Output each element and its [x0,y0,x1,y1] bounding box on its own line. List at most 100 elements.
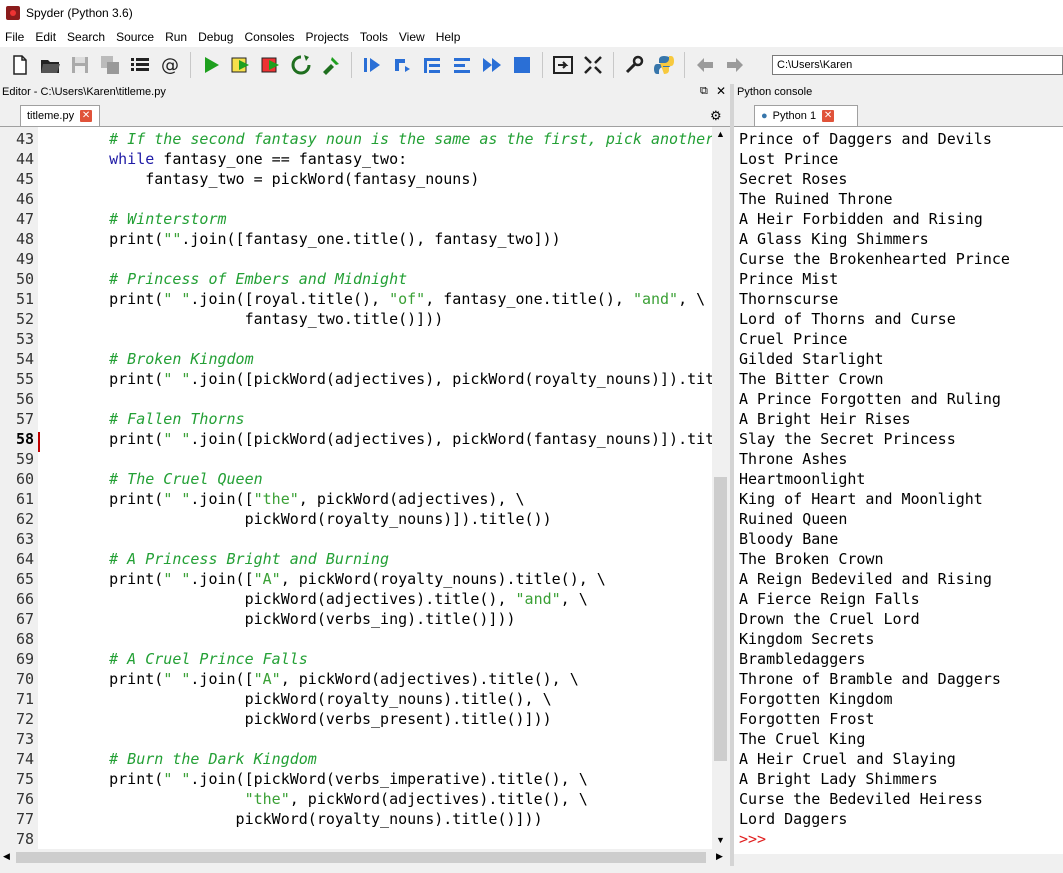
code-line[interactable]: 64 # A Princess Bright and Burning [0,549,712,569]
scroll-up-icon[interactable]: ▲ [716,129,725,139]
console-output-line: Prince Mist [739,270,839,288]
code-line[interactable]: 52 fantasy_two.title()])) [0,309,712,329]
code-line[interactable]: 48 print("".join([fantasy_one.title(), f… [0,229,712,249]
code-line[interactable]: 59 [0,449,712,469]
menu-tools[interactable]: Tools [355,30,394,44]
code-line[interactable]: 78 [0,829,712,849]
maximize-pane-icon[interactable] [551,53,575,77]
editor-horizontal-scrollbar[interactable]: ◀ ▶ [0,849,730,866]
menu-projects[interactable]: Projects [301,30,355,44]
code-line[interactable]: 67 pickWord(verbs_ing).title()])) [0,609,712,629]
python-console[interactable]: Prince of Daggers and Devils Lost Prince S… [734,127,1063,854]
rerun-icon[interactable] [289,53,313,77]
at-symbol-icon[interactable]: @ [158,53,182,77]
code-token: .join([pickWord(verbs_imperative).title(… [190,770,588,788]
code-line[interactable]: 45 fantasy_two = pickWord(fantasy_nouns) [0,169,712,189]
code-line[interactable]: 73 [0,729,712,749]
working-directory-input[interactable]: C:\Users\Karen [772,55,1063,75]
code-line[interactable]: 56 [0,389,712,409]
code-line[interactable]: 72 pickWord(verbs_present).title()])) [0,709,712,729]
menu-debug[interactable]: Debug [193,30,239,44]
code-line[interactable]: 55 print(" ".join([pickWord(adjectives),… [0,369,712,389]
code-line[interactable]: 44 while fantasy_one == fantasy_two: [0,149,712,169]
code-line[interactable]: 61 print(" ".join(["the", pickWord(adjec… [0,489,712,509]
python-path-icon[interactable] [652,53,676,77]
step-icon[interactable] [390,53,414,77]
code-line[interactable]: 76 "the", pickWord(adjectives).title(), … [0,789,712,809]
scroll-down-icon[interactable]: ▼ [716,835,725,845]
code-line[interactable]: 47 # Winterstorm [0,209,712,229]
code-token: pickWord(verbs_ing).title()])) [73,610,516,628]
stop-icon[interactable] [510,53,534,77]
close-tab-icon[interactable]: ✕ [80,110,93,122]
menu-run[interactable]: Run [160,30,193,44]
fullscreen-icon[interactable] [581,53,605,77]
code-line[interactable]: 77 pickWord(royalty_nouns).title()])) [0,809,712,829]
editor-vertical-scrollbar[interactable]: ▲ ▼ [712,127,730,849]
menu-consoles[interactable]: Consoles [239,30,300,44]
code-line[interactable]: 43 # If the second fantasy noun is the s… [0,129,712,149]
code-line[interactable]: 63 [0,529,712,549]
code-line[interactable]: 66 pickWord(adjectives).title(), "and", … [0,589,712,609]
code-line[interactable]: 65 print(" ".join(["A", pickWord(royalty… [0,569,712,589]
code-line[interactable]: 58 print(" ".join([pickWord(adjectives),… [0,429,712,449]
gear-icon[interactable]: ⚙ [710,108,722,124]
code-editor[interactable]: 43 # If the second fantasy noun is the s… [0,127,712,849]
close-tab-icon[interactable]: ✕ [822,110,835,122]
code-line[interactable]: 54 # Broken Kingdom [0,349,712,369]
scrollbar-thumb[interactable] [16,852,706,863]
code-line[interactable]: 51 print(" ".join([royal.title(), "of", … [0,289,712,309]
menu-file[interactable]: File [0,30,30,44]
continue-icon[interactable] [480,53,504,77]
code-line[interactable]: 74 # Burn the Dark Kingdom [0,749,712,769]
open-folder-icon[interactable] [38,53,62,77]
run-icon[interactable] [199,53,223,77]
menu-help[interactable]: Help [431,30,467,44]
run-cell-advance-icon[interactable] [259,53,283,77]
console-output-line: Forgotten Frost [739,710,875,728]
save-all-icon[interactable] [98,53,122,77]
code-comment: # Winterstorm [109,210,227,228]
code-line[interactable]: 69 # A Cruel Prince Falls [0,649,712,669]
tab-python-1[interactable]: ● Python 1 ✕ [754,105,858,126]
code-line[interactable]: 46 [0,189,712,209]
code-line[interactable]: 71 pickWord(royalty_nouns).title(), \ [0,689,712,709]
code-line[interactable]: 50 # Princess of Embers and Midnight [0,269,712,289]
console-prompt[interactable]: >>> [739,829,766,849]
menu-view[interactable]: View [394,30,431,44]
save-icon[interactable] [68,53,92,77]
code-line[interactable]: 60 # The Cruel Queen [0,469,712,489]
code-line[interactable]: 49 [0,249,712,269]
close-pane-icon[interactable]: ✕ [716,84,726,98]
forward-arrow-icon[interactable] [723,53,747,77]
run-selection-icon[interactable] [319,53,343,77]
tab-titleme-py[interactable]: titleme.py ✕ [20,105,100,126]
code-text: # Burn the Dark Kingdom [73,749,317,769]
step-into-icon[interactable] [420,53,444,77]
debug-icon[interactable] [360,53,384,77]
step-return-icon[interactable] [450,53,474,77]
undock-icon[interactable]: ⧉ [700,85,708,98]
outline-list-icon[interactable] [128,53,152,77]
new-file-icon[interactable] [8,53,32,77]
code-line[interactable]: 57 # Fallen Thorns [0,409,712,429]
code-line[interactable]: 68 [0,629,712,649]
preferences-wrench-icon[interactable] [622,53,646,77]
scroll-left-icon[interactable]: ◀ [3,851,10,862]
scrollbar-thumb[interactable] [714,477,727,761]
scroll-right-icon[interactable]: ▶ [716,851,723,862]
code-line[interactable]: 62 pickWord(royalty_nouns)]).title()) [0,509,712,529]
back-arrow-icon[interactable] [693,53,717,77]
code-comment: # Princess of Embers and Midnight [109,270,408,288]
toolbar-separator [190,52,191,78]
line-number: 55 [15,370,34,388]
menu-search[interactable]: Search [62,30,111,44]
menu-edit[interactable]: Edit [30,30,62,44]
code-line[interactable]: 53 [0,329,712,349]
run-cell-icon[interactable] [229,53,253,77]
menu-source[interactable]: Source [111,30,160,44]
line-number: 48 [15,230,34,248]
code-line[interactable]: 70 print(" ".join(["A", pickWord(adjecti… [0,669,712,689]
code-line[interactable]: 75 print(" ".join([pickWord(verbs_impera… [0,769,712,789]
